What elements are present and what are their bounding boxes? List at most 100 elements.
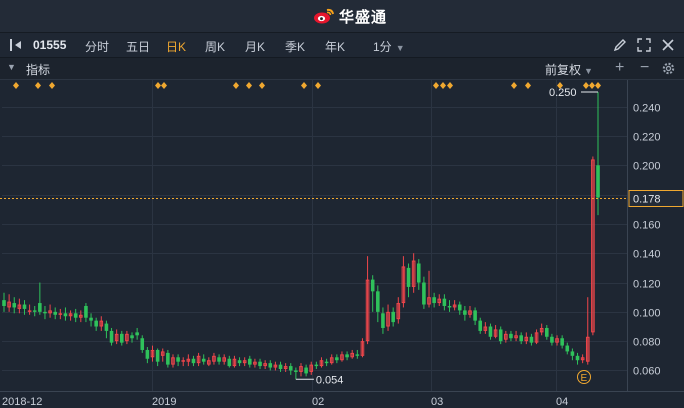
- x-tick-label: 02: [312, 396, 324, 408]
- candle-body: [53, 311, 57, 315]
- candle-body: [119, 333, 124, 343]
- brand: 华盛通: [313, 6, 387, 26]
- minute-period-dropdown[interactable]: 1分 ▼: [373, 38, 405, 55]
- y-tick-label: 0.220: [633, 132, 661, 144]
- tab-monthly-k[interactable]: 月K: [245, 38, 265, 55]
- candle-body: [22, 304, 27, 309]
- candle-body: [381, 313, 385, 328]
- candle-body: [140, 338, 145, 350]
- candle-body: [478, 320, 483, 331]
- candle-body: [529, 336, 534, 343]
- close-icon[interactable]: [660, 37, 676, 53]
- candle-body: [422, 282, 426, 305]
- chevron-down-icon: ▼: [395, 43, 405, 53]
- event-badge-label: E: [581, 373, 588, 384]
- candle-body: [145, 349, 150, 359]
- y-tick-label: 0.060: [633, 366, 661, 378]
- candle-body: [191, 358, 196, 364]
- candle-body: [155, 349, 160, 362]
- app-name: 华盛通: [339, 8, 388, 26]
- candle-body: [570, 351, 575, 356]
- candle-body: [94, 320, 98, 327]
- candle-body: [575, 355, 580, 361]
- candle-body: [335, 357, 339, 361]
- candle-body: [278, 364, 283, 370]
- candle-body: [447, 305, 452, 308]
- candle-body: [304, 367, 308, 374]
- candle-body: [498, 329, 503, 342]
- candle-body: [248, 358, 252, 365]
- panel-collapse-icon[interactable]: [8, 37, 24, 53]
- candle-body: [73, 313, 78, 318]
- candle-body: [227, 358, 232, 367]
- indicator-bar: ▼ 指标 前复权 ▼ + −: [0, 58, 684, 80]
- candle-body: [463, 310, 467, 315]
- candle-body: [63, 313, 68, 317]
- candle-body: [442, 298, 447, 306]
- tab-yearly-k[interactable]: 年K: [325, 38, 345, 55]
- candlestick-chart[interactable]: 0.2400.2200.2000.1800.1600.1400.1200.100…: [0, 80, 684, 408]
- tab-quarterly-k[interactable]: 季K: [285, 38, 305, 55]
- candle-body: [217, 357, 221, 362]
- candle-body: [135, 332, 139, 336]
- x-tick-label: 03: [431, 396, 443, 408]
- candle-body: [416, 263, 421, 283]
- candle-body: [109, 330, 114, 343]
- candle-body: [201, 358, 206, 362]
- candle-body: [519, 335, 523, 342]
- min-price-label: 0.054: [316, 374, 344, 386]
- y-tick-label: 0.240: [633, 103, 661, 115]
- x-tick-label: 04: [556, 396, 568, 408]
- max-price-label: 0.250: [549, 87, 577, 99]
- y-tick-label: 0.140: [633, 249, 661, 261]
- stock-symbol[interactable]: 01555: [33, 38, 66, 52]
- tab-daily-k[interactable]: 日K: [166, 38, 186, 55]
- collapse-caret-icon[interactable]: ▼: [7, 62, 16, 72]
- candle-body: [38, 303, 42, 312]
- candle-body: [560, 338, 564, 346]
- tab-five-day[interactable]: 五日: [126, 38, 150, 55]
- candle-body: [488, 326, 493, 337]
- candle-body: [58, 313, 63, 315]
- candle-body: [376, 291, 380, 312]
- candle-body: [355, 354, 360, 356]
- candle-body: [181, 360, 186, 362]
- candle-body: [89, 317, 93, 321]
- candle-body: [545, 327, 549, 337]
- candle-body: [176, 357, 180, 362]
- x-tick-label: 2019: [152, 396, 176, 408]
- adjust-dropdown[interactable]: 前复权 ▼: [545, 61, 593, 78]
- candle-body: [345, 354, 349, 358]
- candle-body: [104, 323, 109, 331]
- candle-body: [258, 361, 262, 367]
- candle-body: [432, 297, 436, 304]
- y-tick-label: 0.100: [633, 308, 661, 320]
- pencil-icon[interactable]: [612, 37, 628, 53]
- candle-body: [27, 310, 32, 312]
- chevron-down-icon: ▼: [584, 66, 593, 76]
- candle-body: [237, 360, 242, 364]
- candle-body: [130, 335, 134, 339]
- x-tick-label: 2018-12: [2, 396, 42, 408]
- candle-body: [43, 311, 47, 314]
- candle-body: [2, 300, 6, 306]
- minus-icon[interactable]: −: [640, 59, 649, 77]
- tab-weekly-k[interactable]: 周K: [205, 38, 225, 55]
- candle-body: [314, 364, 319, 367]
- candle-body: [166, 352, 170, 365]
- candle-body: [565, 345, 570, 352]
- expand-icon[interactable]: [636, 37, 652, 53]
- plus-icon[interactable]: +: [615, 59, 624, 77]
- candle-body: [473, 310, 477, 321]
- y-tick-label: 0.200: [633, 161, 661, 173]
- y-tick-label: 0.080: [633, 337, 661, 349]
- title-bar: 华盛通: [0, 0, 684, 33]
- tab-intraday[interactable]: 分时: [85, 38, 109, 55]
- candle-body: [84, 305, 88, 318]
- indicator-label[interactable]: 指标: [26, 61, 50, 78]
- gear-icon[interactable]: [661, 61, 676, 76]
- candle-body: [12, 303, 17, 308]
- candle-body: [457, 304, 462, 311]
- minute-period-value: 1分: [373, 40, 392, 54]
- adjust-value: 前复权: [545, 63, 582, 77]
